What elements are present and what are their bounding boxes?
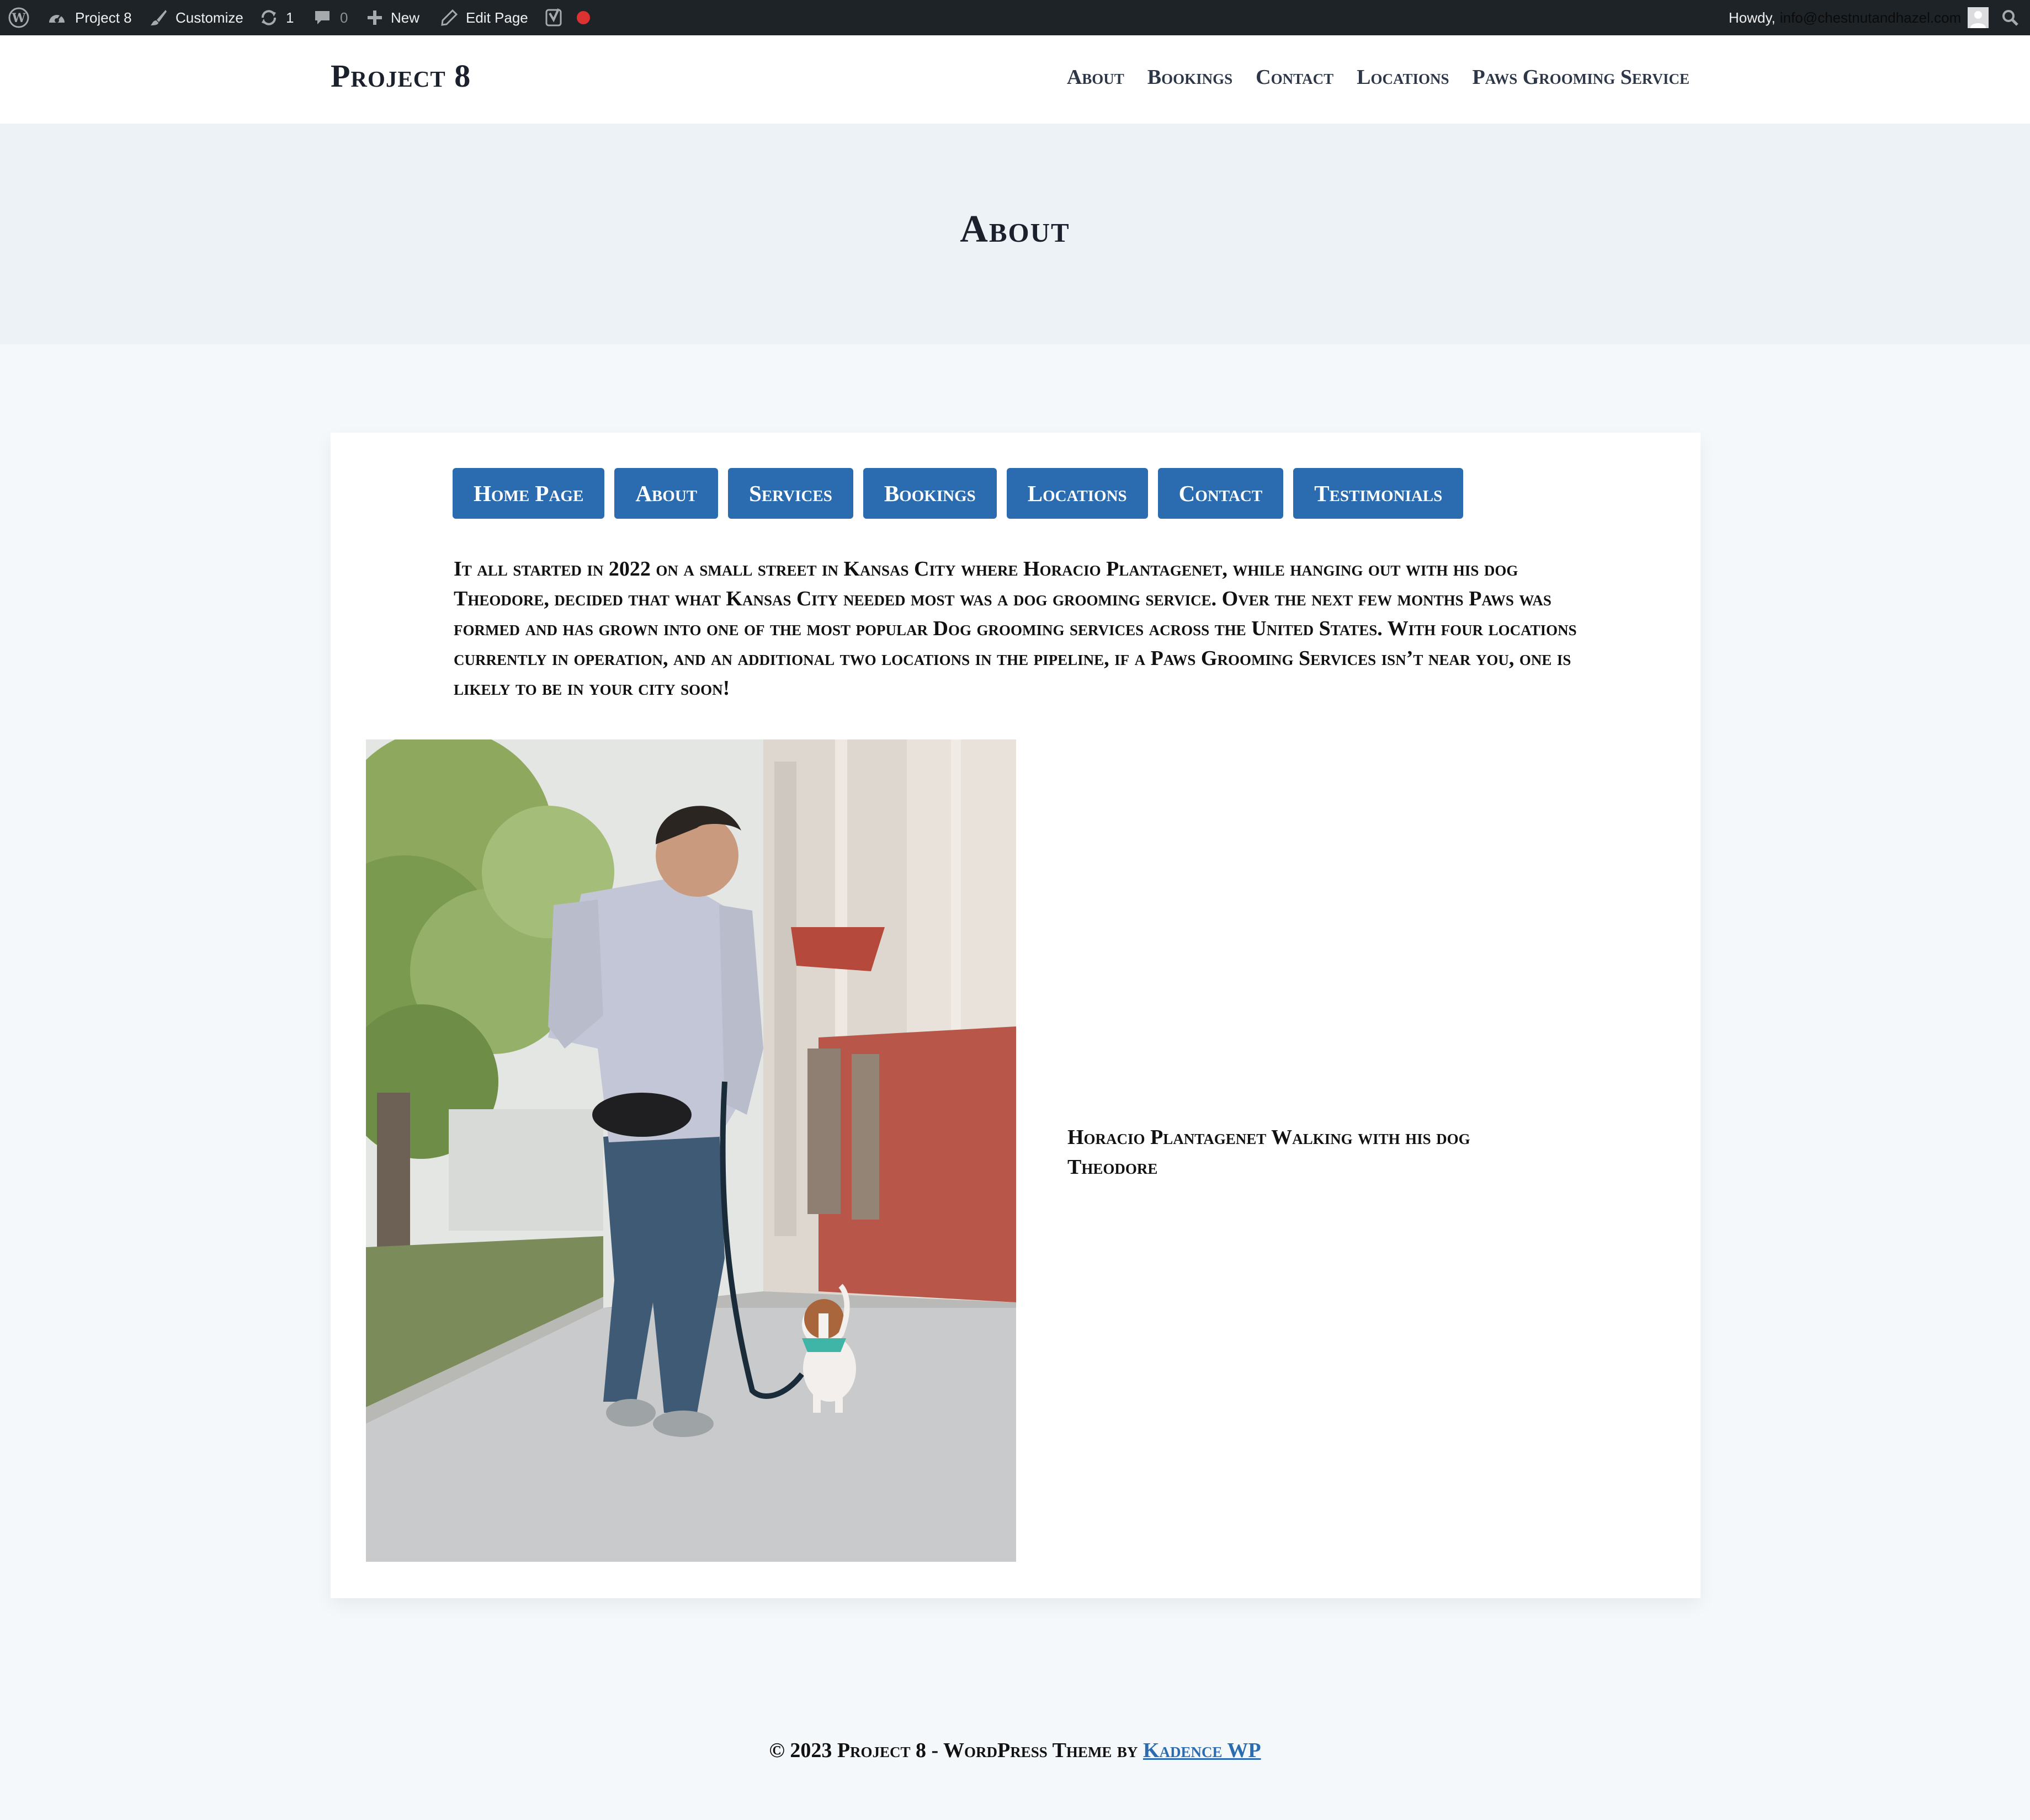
locations-button[interactable]: Locations — [1006, 468, 1148, 519]
search-icon[interactable] — [2001, 0, 2019, 35]
customize-label: Customize — [176, 9, 243, 26]
testimonials-button[interactable]: Testimonials — [1293, 468, 1464, 519]
brush-icon — [149, 8, 168, 27]
man-walking-dog-photo — [366, 739, 1016, 1562]
content-card: Home Page About Services Bookings Locati… — [331, 433, 1700, 1598]
about-button[interactable]: About — [614, 468, 719, 519]
site-title[interactable]: Project 8 — [331, 57, 471, 94]
nav-item-paws-grooming-service[interactable]: Paws Grooming Service — [1473, 65, 1690, 89]
site-name-link[interactable]: Project 8 — [47, 0, 132, 35]
edit-page-link[interactable]: Edit Page — [440, 0, 528, 35]
dashboard-icon — [47, 9, 66, 26]
pencil-icon — [440, 9, 458, 26]
site-header: Project 8 About Bookings Contact Locatio… — [0, 35, 2030, 124]
comment-icon — [313, 9, 331, 26]
new-content-link[interactable]: New — [366, 0, 419, 35]
updates-link[interactable]: 1 — [259, 0, 294, 35]
plus-icon — [366, 9, 383, 26]
howdy-label: Howdy, — [1729, 9, 1776, 26]
new-label: New — [391, 9, 420, 26]
account-link[interactable]: Howdy, info@chestnutandhazel.com — [1729, 0, 1989, 35]
bookings-button[interactable]: Bookings — [863, 468, 997, 519]
site-footer: © 2023 Project 8 - WordPress Theme by Ka… — [0, 1738, 2030, 1763]
home-page-button[interactable]: Home Page — [453, 468, 605, 519]
nav-item-about[interactable]: About — [1067, 65, 1124, 89]
yoast-icon[interactable] — [545, 0, 564, 35]
footer-text: © 2023 Project 8 - WordPress Theme by — [769, 1739, 1138, 1762]
wordpress-logo-icon[interactable]: W — [8, 0, 30, 35]
comments-count: 0 — [340, 9, 348, 26]
svg-text:W: W — [12, 11, 26, 25]
intro-paragraph: It all started in 2022 on a small street… — [454, 557, 1577, 700]
updates-icon — [259, 8, 278, 27]
contact-button[interactable]: Contact — [1157, 468, 1284, 519]
status-dot-icon[interactable] — [576, 0, 591, 35]
avatar-icon — [1968, 7, 1989, 28]
nav-item-contact[interactable]: Contact — [1256, 65, 1333, 89]
footer-kadence-link[interactable]: Kadence WP — [1143, 1739, 1261, 1762]
admin-bar: W Project 8 Customize 1 0 New Edit Page … — [0, 0, 2030, 35]
site-name-label: Project 8 — [75, 9, 132, 26]
page-title: About — [960, 208, 1070, 251]
nav-item-bookings[interactable]: Bookings — [1147, 65, 1232, 89]
comments-link[interactable]: 0 — [313, 0, 348, 35]
edit-page-label: Edit Page — [466, 9, 528, 26]
user-email: info@chestnutandhazel.com — [1779, 9, 1962, 26]
primary-navigation: About Bookings Contact Locations Paws Gr… — [1067, 65, 1689, 89]
page-button-row: Home Page About Services Bookings Locati… — [453, 468, 1464, 519]
photo-caption: Horacio Plantagenet Walking with his dog… — [1067, 1126, 1470, 1179]
updates-count: 1 — [286, 9, 294, 26]
nav-item-locations[interactable]: Locations — [1357, 65, 1449, 89]
services-button[interactable]: Services — [728, 468, 853, 519]
customize-link[interactable]: Customize — [149, 0, 243, 35]
page-title-band: About — [0, 124, 2030, 344]
